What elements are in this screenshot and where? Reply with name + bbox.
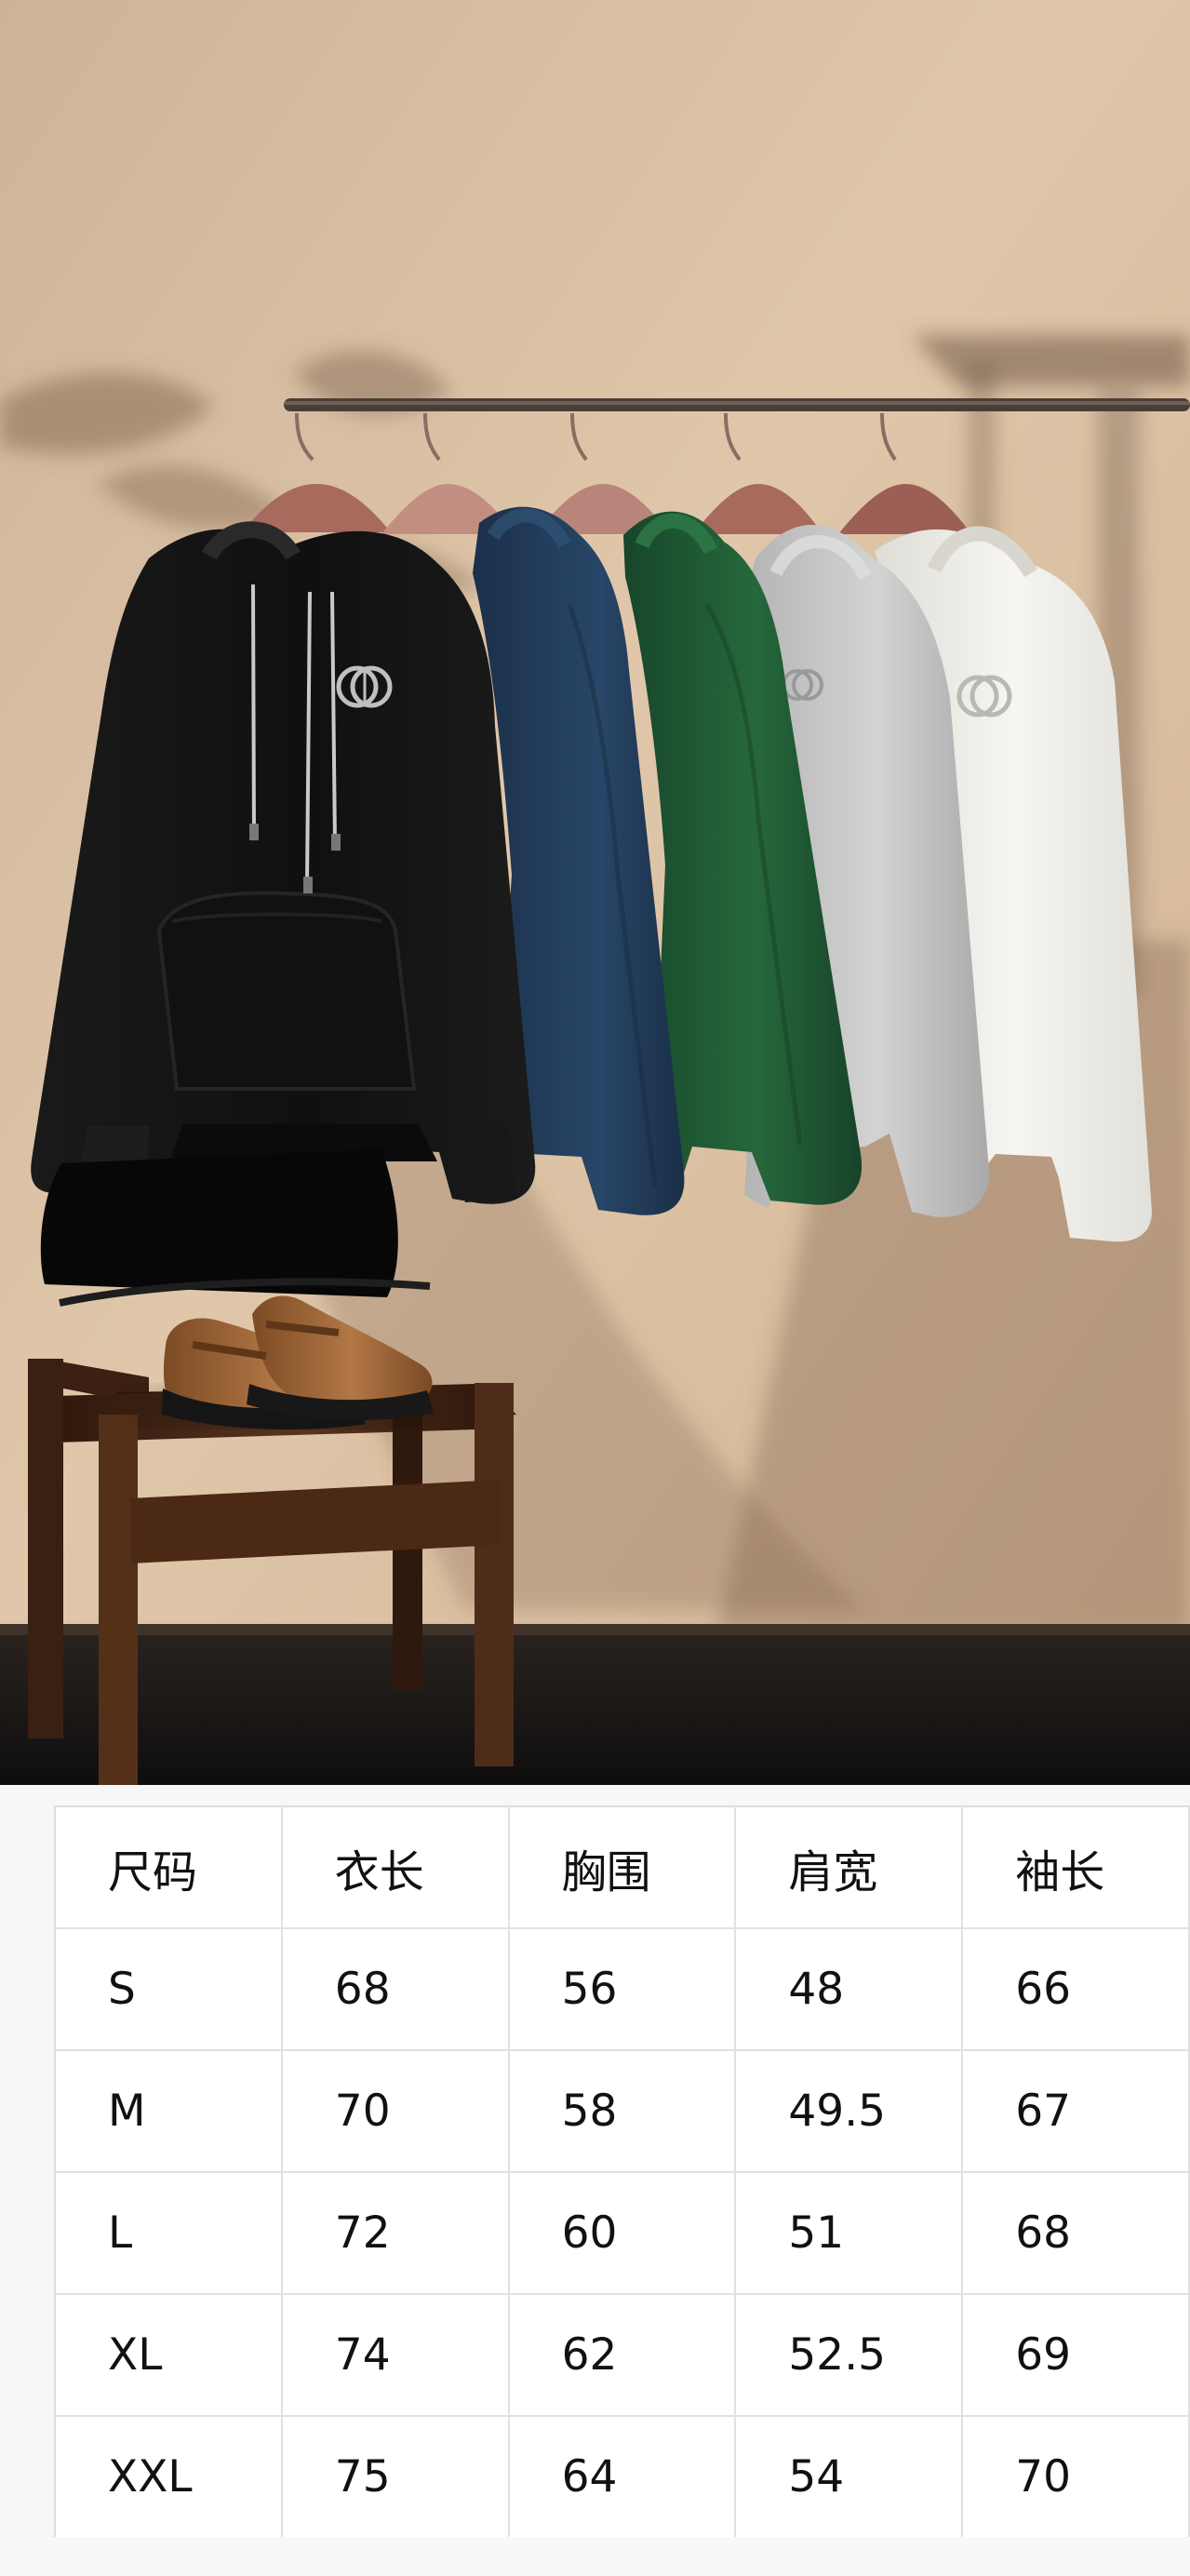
size-cell: L xyxy=(55,2171,283,2295)
chest-cell: 64 xyxy=(507,2415,737,2538)
length-cell: 74 xyxy=(280,2293,510,2417)
length-cell: 75 xyxy=(280,2415,510,2538)
chest-cell: 62 xyxy=(507,2293,737,2417)
header-sleeve: 袖长 xyxy=(961,1806,1190,1929)
floor-edge-shadow xyxy=(0,1624,1190,1635)
shoulder-cell: 54 xyxy=(734,2415,964,2538)
header-chest: 胸围 xyxy=(507,1806,737,1929)
size-cell: S xyxy=(55,1927,283,2051)
size-cell: XL xyxy=(55,2293,283,2417)
chest-cell: 56 xyxy=(507,1927,737,2051)
length-cell: 72 xyxy=(280,2171,510,2295)
sleeve-cell: 67 xyxy=(961,2049,1190,2173)
product-photo xyxy=(0,0,1190,1785)
chest-cell: 60 xyxy=(507,2171,737,2295)
hoodie-row xyxy=(31,506,1152,1242)
sleeve-cell: 66 xyxy=(961,1927,1190,2051)
length-cell: 68 xyxy=(280,1927,510,2051)
chest-cell: 58 xyxy=(507,2049,737,2173)
table-row: L 72 60 51 68 xyxy=(55,2171,1190,2295)
shoulder-cell: 52.5 xyxy=(734,2293,964,2417)
size-cell: M xyxy=(55,2049,283,2173)
header-shoulder: 肩宽 xyxy=(734,1806,964,1929)
shoulder-cell: 51 xyxy=(734,2171,964,2295)
header-size: 尺码 xyxy=(55,1806,283,1929)
sleeve-cell: 70 xyxy=(961,2415,1190,2538)
sleeve-cell: 69 xyxy=(961,2293,1190,2417)
table-row: S 68 56 48 66 xyxy=(55,1927,1190,2051)
size-cell: XXL xyxy=(55,2415,283,2538)
table-header-row: 尺码 衣长 胸围 肩宽 袖长 xyxy=(55,1806,1190,1929)
hoodie-display-illustration xyxy=(0,0,1190,1785)
sleeve-cell: 68 xyxy=(961,2171,1190,2295)
header-length: 衣长 xyxy=(280,1806,510,1929)
size-chart-table: 尺码 衣长 胸围 肩宽 袖长 S 68 56 48 66 M 70 58 49.… xyxy=(54,1805,1190,2539)
length-cell: 70 xyxy=(280,2049,510,2173)
table-row: XXL 75 64 54 70 xyxy=(55,2415,1190,2538)
shoulder-cell: 49.5 xyxy=(734,2049,964,2173)
table-row: M 70 58 49.5 67 xyxy=(55,2049,1190,2173)
table-row: XL 74 62 52.5 69 xyxy=(55,2293,1190,2417)
shoulder-cell: 48 xyxy=(734,1927,964,2051)
clothes-rail xyxy=(284,398,1190,411)
page-root: 尺码 衣长 胸围 肩宽 袖长 S 68 56 48 66 M 70 58 49.… xyxy=(0,0,1190,2576)
bottom-background-strip xyxy=(0,2537,1190,2576)
size-chart-section: 尺码 衣长 胸围 肩宽 袖长 S 68 56 48 66 M 70 58 49.… xyxy=(0,1785,1190,2576)
floor xyxy=(0,1624,1190,1785)
